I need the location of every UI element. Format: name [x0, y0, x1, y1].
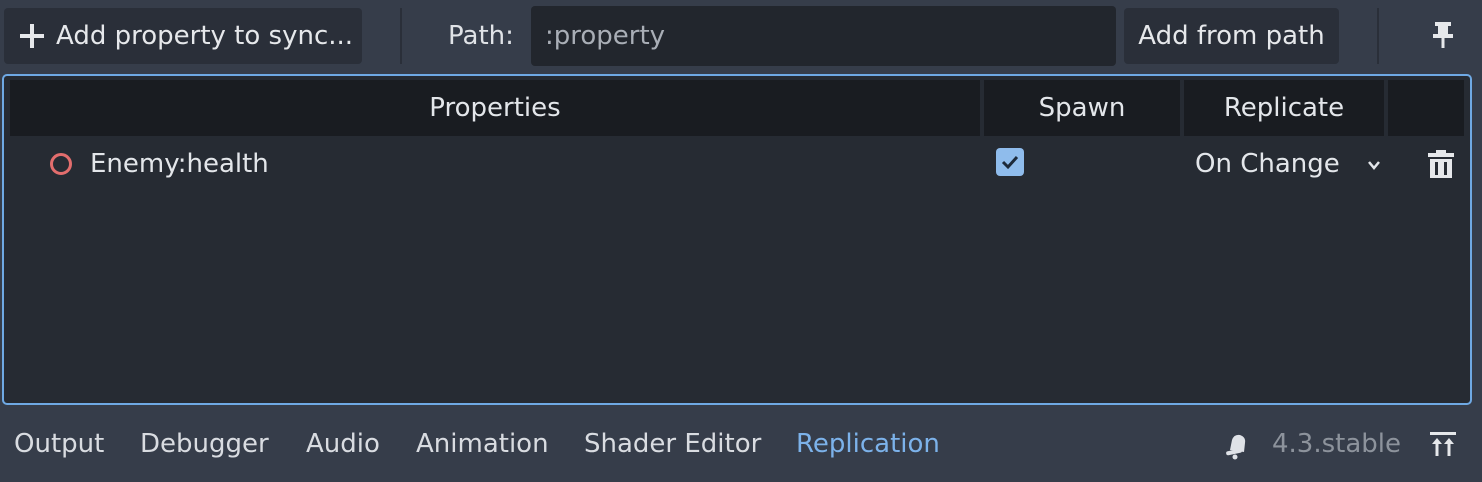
version-label: 4.3.stable: [1272, 429, 1402, 459]
tab-replication[interactable]: Replication: [796, 424, 940, 464]
tab-audio[interactable]: Audio: [306, 424, 380, 464]
trash-icon[interactable]: [1426, 148, 1456, 180]
sync-properties-table: Properties Spawn Replicate Enemy:health …: [2, 74, 1472, 405]
path-label: Path:: [448, 21, 514, 51]
bottom-panel-tabs: Output Debugger Audio Animation Shader E…: [0, 410, 1482, 482]
path-input[interactable]: [531, 6, 1116, 66]
column-header-actions: [1388, 80, 1464, 136]
add-from-path-button[interactable]: Add from path: [1124, 8, 1339, 64]
replication-panel: Add property to sync... Path: Add from p…: [0, 0, 1482, 482]
tab-animation[interactable]: Animation: [416, 424, 549, 464]
bell-icon[interactable]: [1222, 430, 1252, 460]
spawn-checkbox[interactable]: [996, 148, 1024, 176]
toolbar-divider: [400, 8, 402, 64]
tab-shader-editor[interactable]: Shader Editor: [584, 424, 761, 464]
tab-output[interactable]: Output: [14, 424, 104, 464]
chevron-down-icon[interactable]: [1365, 156, 1383, 174]
add-property-button[interactable]: Add property to sync...: [4, 8, 362, 64]
toolbar-divider: [1377, 8, 1379, 64]
replicate-mode-select[interactable]: On Change: [1195, 136, 1340, 192]
column-header-replicate: Replicate: [1184, 80, 1384, 136]
property-name: Enemy:health: [90, 149, 269, 179]
table-row[interactable]: Enemy:health On Change: [10, 136, 1466, 192]
replication-toolbar: Add property to sync... Path: Add from p…: [0, 0, 1482, 72]
checkmark-icon: [1001, 155, 1019, 170]
column-header-spawn: Spawn: [984, 80, 1180, 136]
ring-icon: [50, 153, 72, 175]
pin-icon[interactable]: [1428, 20, 1458, 50]
plus-icon: [20, 24, 44, 48]
expand-panel-icon[interactable]: [1428, 430, 1458, 458]
column-header-properties: Properties: [10, 80, 980, 136]
tab-debugger[interactable]: Debugger: [140, 424, 269, 464]
add-property-label: Add property to sync...: [56, 21, 354, 51]
